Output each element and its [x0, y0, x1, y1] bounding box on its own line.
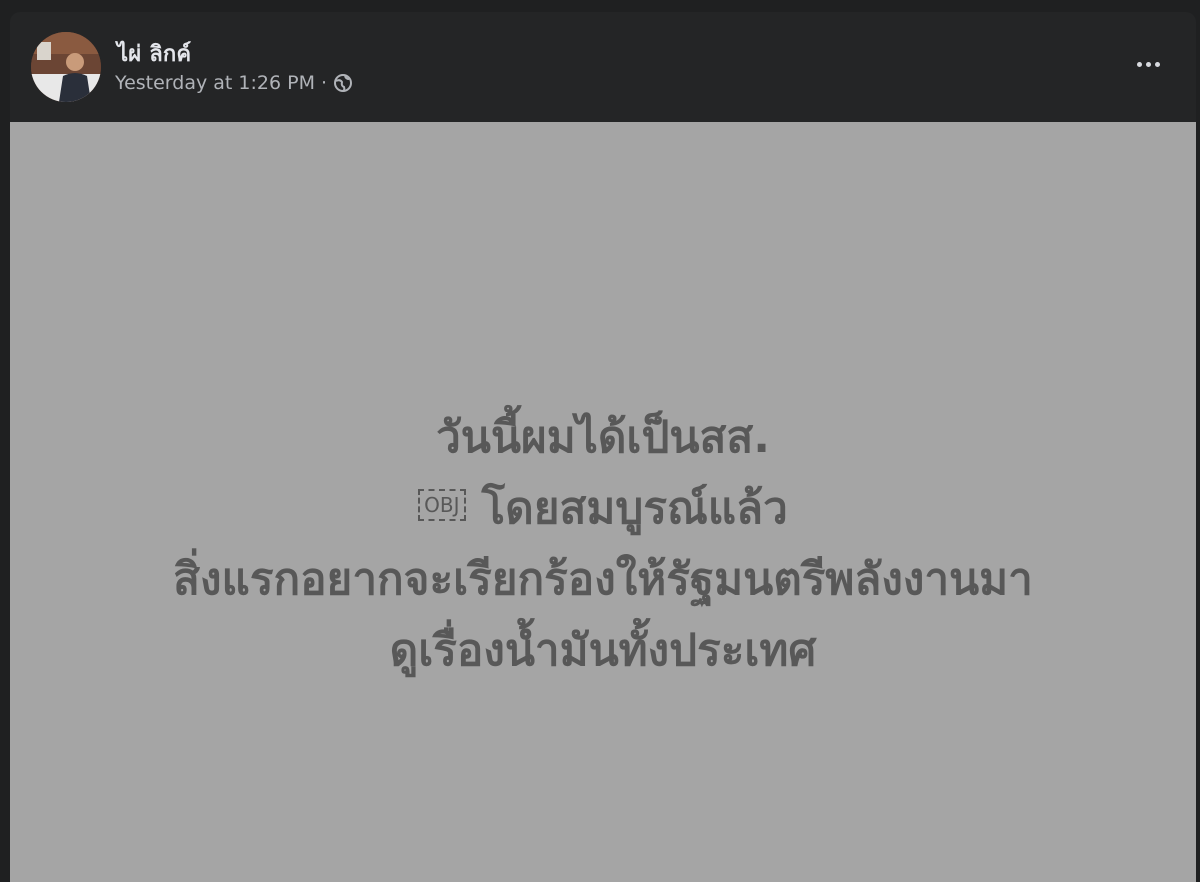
post-text-line: โดยสมบูรณ์แล้ว — [481, 483, 788, 534]
post-text-line-with-object: OBJ โดยสมบูรณ์แล้ว — [23, 473, 1183, 544]
author-avatar[interactable] — [31, 32, 101, 102]
post-text-background: วันนี้ผมได้เป็นสส. OBJ โดยสมบูรณ์แล้ว สิ่… — [10, 122, 1196, 882]
more-dot — [1154, 61, 1160, 67]
post-header: ไผ่ ลิกค์ Yesterday at 1:26 PM · — [10, 12, 1196, 122]
post-text-line: สิ่งแรกอยากจะเรียกร้องให้รัฐมนตรีพลังงาน… — [173, 554, 1033, 605]
post-text-line: ดูเรื่องน้ำมันทั้งประเทศ — [389, 625, 817, 676]
more-options-button[interactable] — [1128, 46, 1168, 82]
post-card: ไผ่ ลิกค์ Yesterday at 1:26 PM · วันนี้ผ… — [10, 12, 1196, 882]
globe-icon[interactable] — [333, 73, 353, 93]
object-replacement-icon: OBJ — [418, 489, 466, 521]
post-meta: Yesterday at 1:26 PM · — [115, 72, 353, 94]
meta-separator: · — [320, 72, 328, 94]
post-timestamp[interactable]: Yesterday at 1:26 PM — [115, 72, 315, 94]
avatar-image — [31, 32, 101, 102]
more-dot — [1145, 61, 1151, 67]
post-text: วันนี้ผมได้เป็นสส. OBJ โดยสมบูรณ์แล้ว สิ่… — [23, 402, 1183, 686]
author-name[interactable]: ไผ่ ลิกค์ — [117, 36, 191, 71]
post-text-line: วันนี้ผมได้เป็นสส. — [436, 412, 770, 463]
more-dot — [1136, 61, 1142, 67]
